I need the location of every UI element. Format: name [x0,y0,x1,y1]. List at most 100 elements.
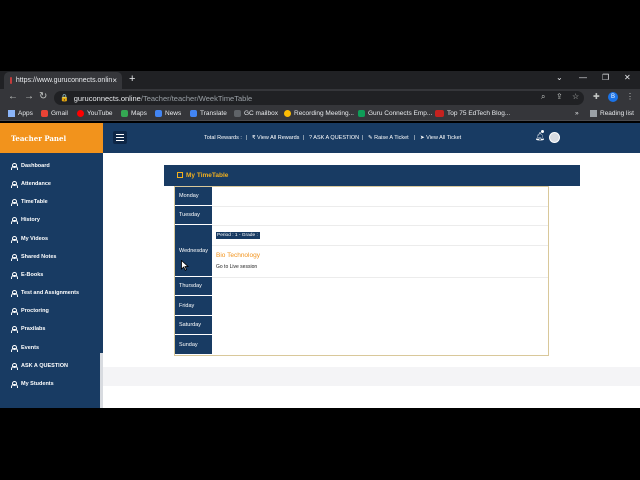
bookmark-maps[interactable]: Maps [121,110,147,117]
row-divider [212,206,548,207]
ask-question-link[interactable]: ? ASK A QUESTION [309,135,359,141]
browser-tab[interactable]: https://www.guruconnects.onlin × [4,72,122,89]
raise-ticket-link[interactable]: ✎ Raise A Ticket [368,135,409,141]
bell-icon[interactable]: 🔔︎ [535,132,545,141]
sidebar-item-shared-notes[interactable]: Shared Notes [11,254,56,261]
new-tab-button[interactable]: + [129,73,135,85]
minimize-icon[interactable]: — [579,73,587,82]
nav-separator: | [303,135,305,141]
user-icon [11,290,18,297]
url-path: /Teacher/teacher/WeekTimeTable [140,93,253,103]
sidebar-item-e-books[interactable]: E-Books [11,272,43,279]
user-icon [11,217,18,224]
bookmark-guru-connects[interactable]: Guru Connects Emp... [358,110,432,117]
bookmark-recording-meeting[interactable]: Recording Meeting... [284,110,354,117]
reading-list-icon [590,110,597,117]
user-icon [11,199,18,206]
chrome-menu-icon[interactable]: ⋮ [626,92,634,101]
user-icon [11,308,18,315]
period-label: Period : 1 - Grade : [216,232,261,239]
maps-icon [121,110,128,117]
go-live-session-link[interactable]: Go to Live session [216,264,257,270]
graduation-cap-icon [284,110,291,117]
sidebar-item-dashboard[interactable]: Dashboard [11,163,50,170]
user-icon [11,272,18,279]
forward-icon[interactable]: → [24,91,34,102]
gmail-icon [41,110,48,117]
view-all-ticket-link[interactable]: ➤ View All Ticket [420,135,461,141]
zoom-icon[interactable]: ⌕ [541,92,545,102]
row-divider [212,277,548,278]
bookmarks-overflow[interactable]: » [575,110,579,117]
day-thursday: Thursday [175,277,212,296]
panel-title: Teacher Panel [0,123,103,153]
day-tuesday: Tuesday [175,206,212,225]
letterbox-bottom [0,408,640,480]
nav-separator: | [362,135,364,141]
ed-logo-icon [435,110,444,117]
user-icon [11,163,18,170]
share-icon[interactable]: ⇪ [556,92,563,101]
news-icon [155,110,162,117]
sidebar-item-events[interactable]: Events [11,345,39,352]
user-icon [11,326,18,333]
bookmark-youtube[interactable]: YouTube [77,110,113,117]
sidebar-item-my-students[interactable]: My Students [11,381,54,388]
bookmark-edtech[interactable]: Top 75 EdTech Blog... [435,110,510,117]
view-all-rewards-link[interactable]: ₹ View All Rewards [252,135,299,141]
profile-avatar[interactable]: B [608,92,618,102]
tab-title: https://www.guruconnects.onlin [15,77,113,84]
row-divider [212,245,548,246]
user-icon [11,345,18,352]
sidebar-item-history[interactable]: History [11,217,40,224]
user-icon [11,381,18,388]
bookmark-gmail[interactable]: Gmail [41,110,68,117]
subject-name: Bio Technology [216,252,260,259]
user-icon [11,254,18,261]
address-bar[interactable]: 🔒 guruconnects.online/Teacher/teacher/We… [54,91,584,105]
sidebar-item-proctoring[interactable]: Proctoring [11,308,49,315]
row-divider [212,225,548,226]
notification-dot [541,130,544,133]
timetable-title: My TimeTable [186,172,229,179]
day-saturday: Saturday [175,316,212,335]
mouse-cursor-icon [181,260,189,271]
window-close-icon[interactable]: ✕ [624,73,631,82]
day-sunday: Sunday [175,335,212,355]
translate-icon [190,110,197,117]
menu-toggle-button[interactable] [113,131,127,144]
favicon-icon [10,77,12,84]
bookmark-news[interactable]: News [155,110,181,117]
url-host: guruconnects.online [73,93,141,103]
tab-close-icon[interactable]: × [112,76,117,85]
user-icon [11,236,18,243]
page-footer [103,367,640,386]
user-avatar[interactable] [549,132,560,143]
nav-separator: | [414,135,416,141]
timetable-header: My TimeTable [164,165,580,186]
sidebar-item-praxilabs[interactable]: Praxilabs [11,326,45,333]
reload-icon[interactable]: ↻ [39,91,47,102]
back-icon[interactable]: ← [8,91,18,102]
sheets-icon [358,110,365,117]
reading-list[interactable]: Reading list [590,110,634,117]
apps-grid-icon [8,110,15,117]
user-icon [11,363,18,370]
restore-icon[interactable]: ❐ [602,73,609,82]
tab-search-icon[interactable]: ⌄ [556,73,563,82]
nav-separator: | [246,135,248,141]
bookmark-star-icon[interactable]: ☆ [572,92,579,101]
sidebar-item-test-and-assignments[interactable]: Test and Assignments [11,290,79,297]
sidebar-item-my-videos[interactable]: My Videos [11,236,48,243]
calendar-icon [177,172,183,178]
day-monday: Monday [175,187,212,206]
user-icon [11,181,18,188]
bookmark-gc-mailbox[interactable]: GC mailbox [234,110,278,117]
youtube-icon [77,110,84,117]
bookmark-apps[interactable]: Apps [8,110,33,117]
sidebar-item-attendance[interactable]: Attendance [11,181,51,188]
sidebar-item-timetable[interactable]: TimeTable [11,199,48,206]
sidebar-item-ask-a-question[interactable]: ASK A QUESTION [11,363,68,370]
bookmark-translate[interactable]: Translate [190,110,227,117]
extensions-icon[interactable]: ✚ [593,92,600,101]
